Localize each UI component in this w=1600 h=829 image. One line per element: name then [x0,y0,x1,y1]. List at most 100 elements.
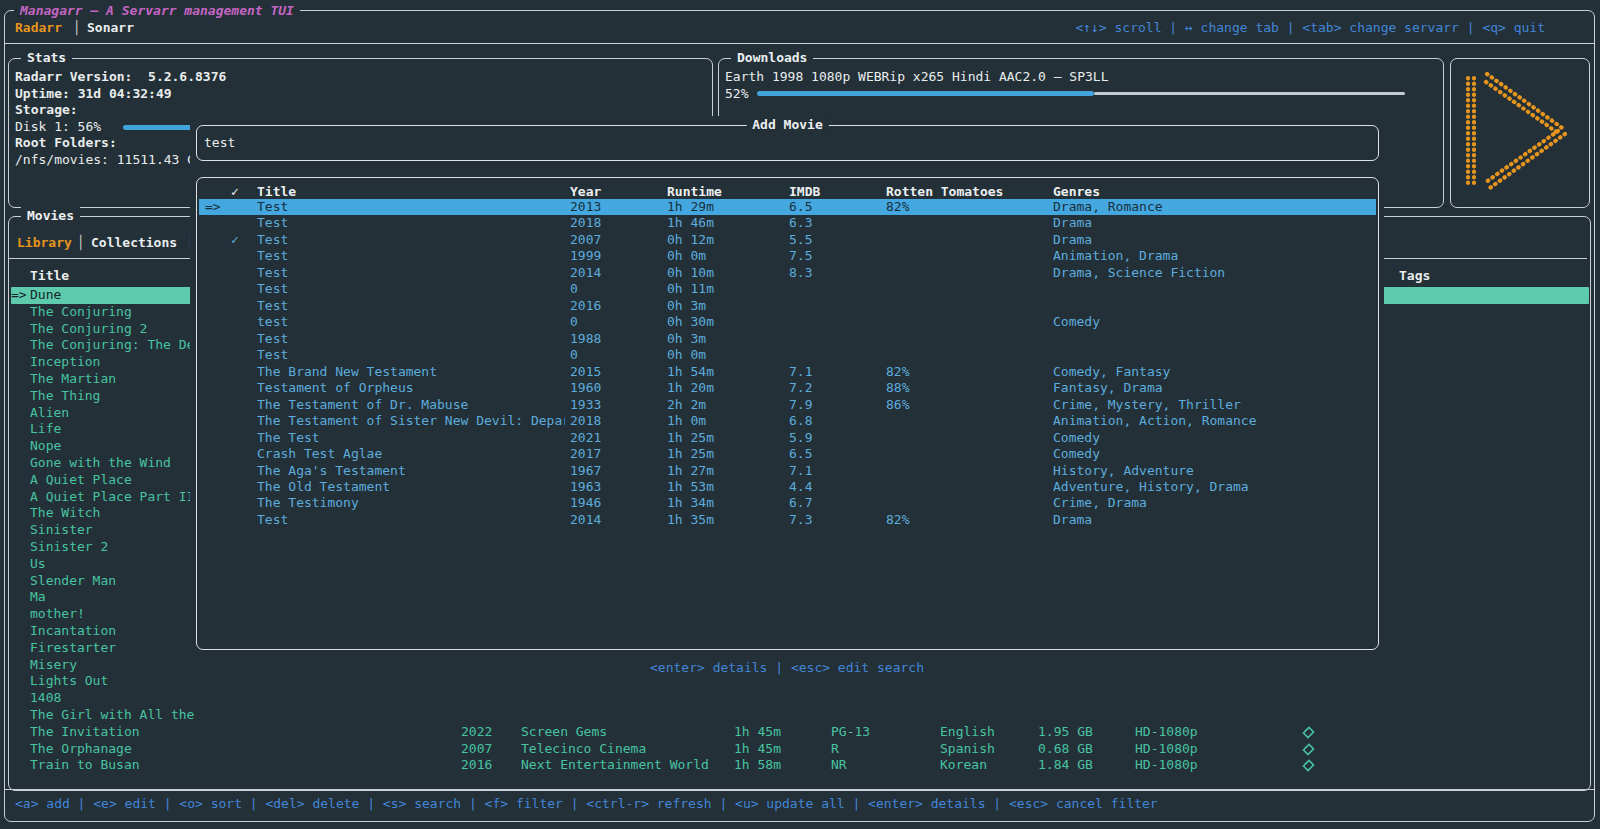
search-result-row[interactable]: The Brand New Testament 2015 1h 54m 7.1 … [199,364,1376,380]
result-genres: Comedy [1053,430,1100,446]
search-result-row[interactable]: test 0 0h 30m Comedy [199,314,1376,330]
movie-list-item[interactable]: Train to Busan 2016 Next Entertainment W… [11,757,1589,774]
movie-year: 2022 [461,724,492,741]
result-year: 2014 [570,265,601,281]
result-runtime: 0h 30m [667,314,714,330]
result-runtime: 1h 25m [667,446,714,462]
result-title: The Testament of Sister New Devil: Depar [257,413,565,429]
search-result-row[interactable]: The Aga's Testament 1967 1h 27m 7.1 Hist… [199,463,1376,479]
movie-list-item[interactable]: The Invitation 2022 Screen Gems 1h 45m P… [11,724,1589,741]
managarr-logo-icon [1461,66,1573,198]
popup-title: Add Movie [746,116,828,134]
movie-title: The Invitation [30,724,140,741]
stats-uptime-value: 31d 04:32:49 [78,86,172,101]
add-movie-popup: Add Movie test ✓ Title Year Runtime IMDB… [190,116,1384,680]
result-year: 1999 [570,248,601,264]
search-result-row[interactable]: The Old Testament 1963 1h 53m 4.4 Advent… [199,479,1376,495]
result-genres: Adventure, History, Drama [1053,479,1249,495]
tab-divider: │ [73,19,81,36]
movie-title: The Girl with All the [30,707,194,724]
result-year: 1960 [570,380,601,396]
col-title: Title [257,183,296,200]
search-result-row[interactable]: The Test 2021 1h 25m 5.9 Comedy [199,430,1376,446]
movie-language: Spanish [940,741,995,758]
result-runtime: 1h 20m [667,380,714,396]
bottom-help-text: <a> add | <e> edit | <o> sort | <del> de… [15,795,1158,812]
movie-title: The Conjuring 2 [30,321,147,338]
search-result-row[interactable]: The Testament of Dr. Mabuse 1933 2h 2m 7… [199,397,1376,413]
row-check: ✓ [231,232,239,248]
search-result-row[interactable]: Crash Test Aglae 2017 1h 25m 6.5 Comedy [199,446,1376,462]
movie-runtime: 1h 58m [734,757,781,774]
bottombar-separator [4,789,1594,790]
stats-disk-label: Disk 1: 56% [15,119,101,134]
result-title: Test [257,248,288,264]
result-rotten-tomatoes: 82% [886,364,909,380]
stats-version-label: Radarr Version: [15,69,132,84]
result-imdb: 6.5 [789,199,812,215]
search-result-row[interactable]: ✓ Test 2007 0h 12m 5.5 Drama [199,232,1376,248]
result-imdb: 6.3 [789,215,812,231]
col-check: ✓ [231,183,239,200]
result-genres: Comedy [1053,314,1100,330]
result-rotten-tomatoes: 82% [886,512,909,528]
movies-tab-library[interactable]: Library [17,234,72,251]
result-genres: History, Adventure [1053,463,1194,479]
movie-year: 2007 [461,741,492,758]
movies-col-title: Title [30,268,69,285]
result-title: The Testament of Dr. Mabuse [257,397,468,413]
movie-title: Alien [30,405,69,422]
search-result-row[interactable]: Test 2014 0h 10m 8.3 Drama, Science Fict… [199,265,1376,281]
col-runtime: Runtime [667,183,722,200]
search-result-row[interactable]: Testament of Orpheus 1960 1h 20m 7.2 88%… [199,380,1376,396]
result-runtime: 0h 3m [667,331,706,347]
result-title: Test [257,232,288,248]
movie-title: The Martian [30,371,116,388]
tag-icon [1302,743,1315,758]
result-imdb: 7.5 [789,248,812,264]
movie-rating: R [831,741,839,758]
search-result-row[interactable]: Test 0 0h 11m [199,281,1376,297]
movie-title: A Quiet Place Part II [30,489,194,506]
stats-rootfolder-value: /nfs/movies: 11511.43 GB [15,152,203,167]
result-imdb: 4.4 [789,479,812,495]
search-result-row[interactable]: The Testimony 1946 1h 34m 6.7 Crime, Dra… [199,495,1376,511]
search-result-row[interactable]: Test 0 0h 0m [199,347,1376,363]
search-result-row[interactable]: Test 1988 0h 3m [199,331,1376,347]
stats-uptime-label: Uptime: [15,86,70,101]
movie-title: The Orphanage [30,741,132,758]
result-imdb: 5.5 [789,232,812,248]
search-input-value[interactable]: test [204,134,235,151]
movie-title: Gone with the Wind [30,455,171,472]
movie-list-item[interactable]: The Girl with All the [11,707,1589,724]
result-year: 2016 [570,298,601,314]
movie-list-item[interactable]: The Orphanage 2007 Telecinco Cinema 1h 4… [11,741,1589,758]
movies-title: Movies [21,207,80,225]
movies-tab-collections[interactable]: Collections [91,234,177,251]
tag-icon [1302,759,1315,774]
result-imdb: 7.2 [789,380,812,396]
movie-title: The Witch [30,505,100,522]
search-result-row[interactable]: Test 1999 0h 0m 7.5 Animation, Drama [199,248,1376,264]
search-result-row[interactable]: Test 2016 0h 3m [199,298,1376,314]
search-result-row[interactable]: => Test 2013 1h 29m 6.5 82% Drama, Roman… [199,199,1376,215]
search-result-row[interactable]: Test 2014 1h 35m 7.3 82% Drama [199,512,1376,528]
search-result-row[interactable]: The Testament of Sister New Devil: Depar… [199,413,1376,429]
search-result-row[interactable]: Test 2018 1h 46m 6.3 Drama [199,215,1376,231]
movies-col-tags: Tags [1399,268,1430,285]
movies-tab-divider-1: │ [77,234,85,251]
movie-quality: HD-1080p [1135,724,1198,741]
movie-list-item[interactable]: 1408 [11,690,1589,707]
movie-title: The Thing [30,388,100,405]
logo-panel [1450,58,1590,208]
result-year: 2007 [570,232,601,248]
result-genres: Comedy [1053,446,1100,462]
result-imdb: 8.3 [789,265,812,281]
search-box[interactable]: Add Movie test [196,125,1379,161]
result-genres: Animation, Drama [1053,248,1178,264]
tab-radarr[interactable]: Radarr [15,19,62,36]
result-rotten-tomatoes: 82% [886,199,909,215]
result-genres: Crime, Drama [1053,495,1147,511]
result-rotten-tomatoes: 88% [886,380,909,396]
tab-sonarr[interactable]: Sonarr [87,19,134,36]
